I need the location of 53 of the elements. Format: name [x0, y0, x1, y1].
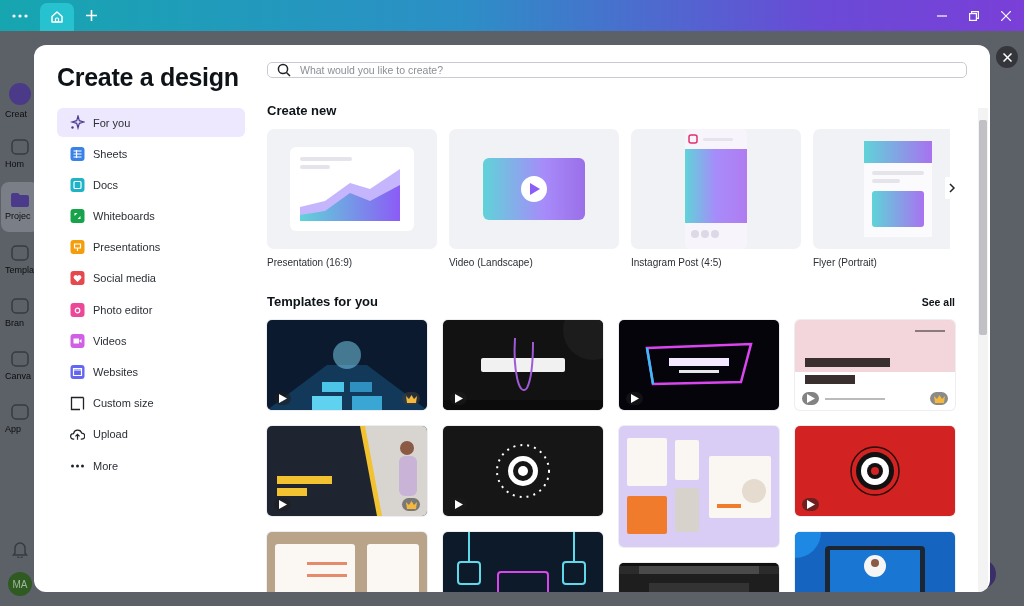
category-item[interactable]: Videos — [57, 326, 245, 356]
cloud-upload-icon — [70, 427, 85, 441]
close-icon — [1002, 52, 1012, 62]
home-tab[interactable] — [40, 3, 74, 31]
play-icon — [802, 498, 819, 511]
more-icon — [70, 463, 85, 468]
folder-icon — [11, 193, 29, 207]
category-item[interactable]: For you — [57, 108, 245, 137]
design-type-label: Flyer (Portrait) — [813, 257, 878, 268]
category-item[interactable]: Custom size — [57, 388, 245, 418]
more-icon[interactable] — [12, 13, 28, 18]
category-item[interactable]: Photo editor — [57, 295, 245, 325]
scrollbar[interactable] — [978, 108, 988, 592]
play-icon — [802, 392, 819, 405]
new-tab-icon[interactable] — [86, 10, 97, 21]
play-icon — [626, 392, 643, 405]
close-icon[interactable] — [1001, 10, 1011, 21]
category-item[interactable]: Sheets — [57, 139, 245, 169]
dialog-title: Create a design — [57, 63, 240, 92]
category-item[interactable]: More — [57, 451, 245, 481]
close-button[interactable] — [996, 46, 1018, 68]
design-type-card[interactable] — [449, 129, 619, 249]
design-type-label: Presentation (16:9) — [267, 257, 354, 268]
design-type-label: Video (Landscape) — [449, 257, 534, 268]
category-item[interactable]: Presentations — [57, 232, 245, 262]
home-icon — [50, 10, 64, 24]
rail-icon — [11, 245, 29, 261]
play-icon — [450, 392, 467, 405]
search-input[interactable]: What would you like to create? — [298, 63, 957, 77]
chevron-right-icon — [949, 183, 955, 193]
restore-icon[interactable] — [969, 10, 979, 21]
category-item[interactable]: Whiteboards — [57, 201, 245, 231]
category-item[interactable]: Docs — [57, 170, 245, 200]
section-heading: Templates for you — [267, 294, 378, 309]
search-icon — [277, 63, 291, 77]
design-type-card[interactable] — [267, 129, 437, 249]
rail-icon — [11, 404, 29, 420]
rail-icon — [11, 351, 29, 367]
sparkle-icon — [70, 115, 85, 130]
resize-icon — [70, 395, 85, 411]
rail-icon — [11, 139, 29, 155]
design-type-label: Instagram Post (4:5) — [631, 257, 723, 268]
see-all-link[interactable]: See all — [921, 295, 955, 308]
category-item[interactable]: Social media — [57, 263, 245, 293]
avatar[interactable]: MA — [8, 572, 32, 596]
category-item[interactable]: Upload — [57, 419, 245, 449]
design-type-card[interactable] — [631, 129, 801, 249]
category-item[interactable]: Websites — [57, 357, 245, 387]
play-icon — [274, 392, 291, 405]
rail-icon — [11, 298, 29, 314]
play-icon — [274, 498, 291, 511]
section-heading: Create new — [267, 103, 338, 118]
search-field[interactable]: What would you like to create? — [267, 62, 967, 78]
